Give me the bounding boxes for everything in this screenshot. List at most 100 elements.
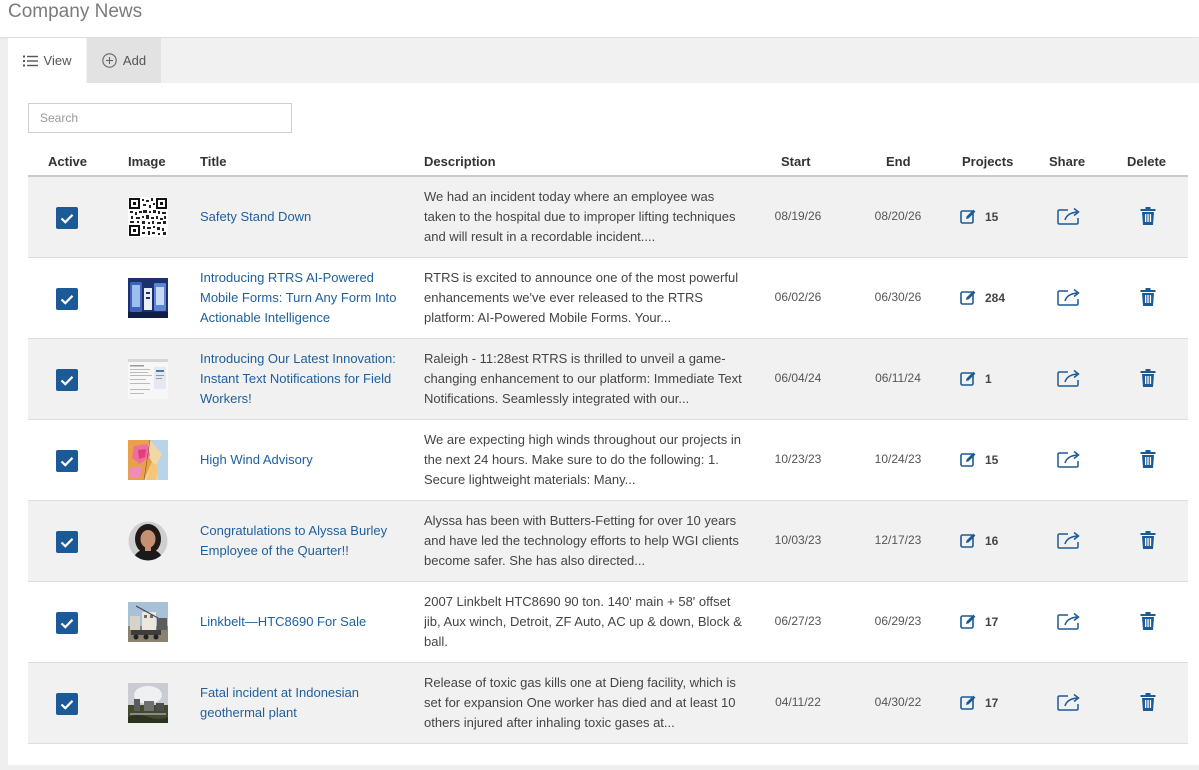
projects-edit-link[interactable]: 15 [960,208,998,225]
start-date: 04/11/22 [775,695,821,709]
share-button[interactable] [1057,450,1081,473]
end-date: 08/20/26 [874,209,922,223]
projects-edit-link[interactable]: 17 [960,694,998,711]
news-title-link[interactable]: Fatal incident at Indonesian geothermal … [200,663,415,743]
active-checkbox[interactable] [56,288,78,310]
projects-count: 17 [985,614,999,629]
share-icon [1057,450,1080,468]
projects-edit-link[interactable]: 16 [960,532,998,549]
news-title-link[interactable]: Introducing Our Latest Innovation: Insta… [200,339,415,419]
projects-edit-link[interactable]: 15 [960,451,998,468]
page-title: Company News [8,1,143,22]
page-header: Company News [0,0,1199,37]
trash-icon [1140,531,1156,549]
news-title-text: Introducing RTRS AI-Powered Mobile Forms… [200,270,397,325]
end-date: 10/24/23 [874,452,922,466]
trash-icon [1140,612,1156,630]
start-date: 10/23/23 [774,452,822,466]
table-row: Introducing RTRS AI-Powered Mobile Forms… [28,258,1188,339]
projects-count: 17 [985,695,999,710]
share-button[interactable] [1057,612,1081,635]
active-checkbox[interactable] [56,531,78,553]
check-icon [60,213,74,224]
projects-count: 284 [985,290,1006,305]
delete-button[interactable] [1140,450,1156,473]
table-row: Introducing Our Latest Innovation: Insta… [28,339,1188,420]
news-description: Release of toxic gas kills one at Dieng … [424,675,736,730]
trash-icon [1140,450,1156,468]
news-title-link[interactable]: Congratulations to Alyssa Burley Employe… [200,501,415,581]
share-icon [1057,207,1080,225]
projects-edit-link[interactable]: 284 [960,289,1005,306]
end-date: 06/29/23 [874,614,922,628]
end-date: 12/17/23 [874,533,922,547]
share-button[interactable] [1057,369,1081,392]
projects-edit-link[interactable]: 1 [960,370,992,387]
delete-button[interactable] [1140,288,1156,311]
column-header-description[interactable]: Description [424,154,496,169]
news-description: Raleigh - 11:28est RTRS is thrilled to u… [424,351,742,406]
tab-add-label: Add [122,53,147,68]
news-title-link[interactable]: Linkbelt—HTC8690 For Sale [200,582,415,662]
check-icon [60,699,74,710]
table-row: Congratulations to Alyssa Burley Employe… [28,501,1188,582]
column-header-start[interactable]: Start [781,154,811,169]
table-row: Linkbelt—HTC8690 For Sale 2007 Linkbelt … [28,582,1188,663]
column-header-share[interactable]: Share [1049,154,1085,169]
column-header-image[interactable]: Image [128,154,166,169]
projects-count: 16 [985,533,999,548]
news-title-link[interactable]: Safety Stand Down [200,177,415,257]
delete-button[interactable] [1140,531,1156,554]
employee-portrait-image [128,521,168,561]
delete-button[interactable] [1140,369,1156,392]
news-title-link[interactable]: High Wind Advisory [200,420,415,500]
news-title-text: Congratulations to Alyssa Burley Employe… [200,523,388,558]
tab-view[interactable]: View [8,38,86,83]
active-checkbox[interactable] [56,693,78,715]
edit-icon [960,371,976,386]
end-date: 06/30/26 [874,290,922,304]
weather-map-image [128,440,168,480]
news-title-text: Introducing Our Latest Innovation: Insta… [200,351,396,406]
projects-edit-link[interactable]: 17 [960,613,998,630]
search-input[interactable] [28,103,292,133]
active-checkbox[interactable] [56,369,78,391]
share-button[interactable] [1057,531,1081,554]
mobile-forms-image [128,278,168,318]
edit-icon [960,695,976,710]
start-date: 08/19/26 [774,209,822,223]
share-button[interactable] [1057,207,1081,230]
news-description: 2007 Linkbelt HTC8690 90 ton. 140' main … [424,594,742,649]
tab-bar: View Add [8,38,1199,83]
check-icon [60,375,74,386]
share-button[interactable] [1057,693,1081,716]
column-header-projects[interactable]: Projects [962,154,1013,169]
start-date: 06/27/23 [774,614,822,628]
trash-icon [1140,288,1156,306]
check-icon [60,456,74,467]
news-title-text: Linkbelt—HTC8690 For Sale [200,614,367,629]
share-icon [1057,369,1080,387]
geothermal-plant-image [128,683,168,723]
active-checkbox[interactable] [56,612,78,634]
tab-view-label: View [43,53,72,68]
edit-icon [960,614,976,629]
news-title-text: High Wind Advisory [200,452,313,467]
active-checkbox[interactable] [56,207,78,229]
column-header-active[interactable]: Active [48,154,87,169]
edit-icon [960,452,976,467]
column-header-delete[interactable]: Delete [1127,154,1166,169]
edit-icon [960,533,976,548]
active-checkbox[interactable] [56,450,78,472]
column-header-end[interactable]: End [886,154,911,169]
delete-button[interactable] [1140,207,1156,230]
list-icon [22,55,38,66]
delete-button[interactable] [1140,693,1156,716]
delete-button[interactable] [1140,612,1156,635]
column-header-title[interactable]: Title [200,154,227,169]
share-button[interactable] [1057,288,1081,311]
news-description: Alyssa has been with Butters-Fetting for… [424,513,739,568]
tab-add[interactable]: Add [87,38,161,83]
start-date: 10/03/23 [774,533,822,547]
news-title-link[interactable]: Introducing RTRS AI-Powered Mobile Forms… [200,258,415,338]
